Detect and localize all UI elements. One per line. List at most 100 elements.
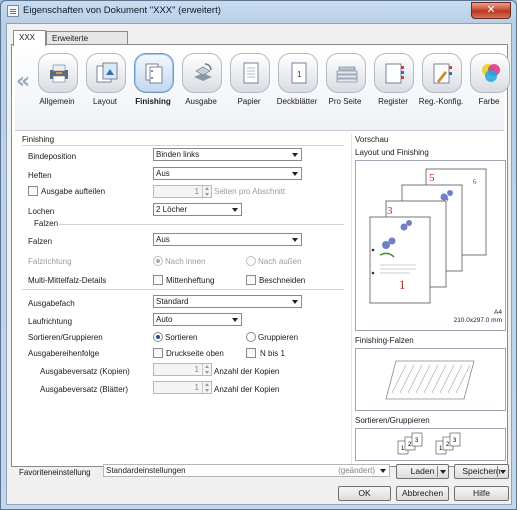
offset-sheets-label: Ausgabeversatz (Blätter) (40, 385, 129, 394)
layout-preview-box: 5 6 4 3 1 (355, 160, 506, 331)
split-output-label: Ausgabe aufteilen (41, 187, 106, 196)
fold-value: Aus (156, 235, 170, 244)
category-register[interactable]: Register (369, 50, 417, 128)
category-allgemein[interactable]: Allgemein (33, 50, 81, 128)
ok-button[interactable]: OK (338, 486, 391, 501)
category-farbe[interactable]: Farbe (465, 50, 513, 128)
collate-sort-radio[interactable] (153, 332, 163, 342)
binding-value: Binden links (156, 150, 200, 159)
punch-value: 2 Löcher (156, 205, 188, 214)
n-to-1-label: N bis 1 (260, 349, 285, 358)
dropdown-arrow-icon (232, 208, 238, 212)
saddle-stitch-checkbox[interactable] (153, 275, 163, 285)
output-tray-icon (194, 63, 212, 81)
fold-select[interactable]: Aus (153, 233, 302, 246)
divider (59, 224, 344, 225)
category-pro-seite[interactable]: Pro Seite (321, 50, 369, 128)
save-button[interactable]: Speichern (454, 464, 509, 479)
fold-inward-label: Nach innen (165, 257, 206, 266)
spin-buttons-icon (202, 382, 211, 393)
trim-label: Beschneiden (259, 276, 306, 285)
offset-copies-stepper[interactable]: 1 (153, 363, 212, 376)
category-finishing[interactable]: Finishing (129, 50, 177, 128)
collate-sort-label: Sortieren (165, 333, 198, 342)
punch-select[interactable]: 2 Löcher (153, 203, 242, 216)
fold-preview-title: Finishing-Falzen (355, 336, 414, 345)
spin-buttons-icon (202, 364, 211, 375)
dialog-client: XXX Erweiterte Optionen « » Allgemein La… (6, 23, 512, 505)
preview-title: Vorschau (355, 135, 389, 144)
close-icon: ✕ (486, 4, 496, 16)
staple-select[interactable]: Aus (153, 167, 302, 180)
category-strip: « » Allgemein Layout Finishing Ausgabe (15, 47, 510, 131)
page-number: 5 (429, 172, 435, 184)
window-title: Eigenschaften von Dokument "XXX" (erweit… (23, 5, 221, 16)
paper-icon (243, 62, 259, 84)
fold-outward-radio[interactable] (246, 256, 256, 266)
fold-inward-radio[interactable] (153, 256, 163, 266)
tab-config-icon (433, 63, 452, 84)
category-ausgabe[interactable]: Ausgabe (177, 50, 225, 128)
ok-label: OK (358, 488, 371, 498)
collate-label: Sortieren/Gruppieren (28, 333, 103, 342)
binding-select[interactable]: Binden links (153, 148, 302, 161)
favorites-value: Standardeinstellungen (106, 466, 186, 475)
category-papier[interactable]: Papier (225, 50, 273, 128)
load-button[interactable]: Laden (396, 464, 449, 479)
offset-copies-label: Ausgabeversatz (Kopien) (40, 367, 130, 376)
split-divider (437, 466, 438, 477)
offset-sheets-value: 1 (194, 383, 199, 392)
offset-sheets-stepper[interactable]: 1 (153, 381, 212, 394)
page-number: 3 (387, 205, 393, 217)
close-button[interactable]: ✕ (471, 2, 511, 19)
direction-select[interactable]: Auto (153, 313, 242, 326)
page-number: 6 (473, 178, 477, 186)
collate-group-radio[interactable] (246, 332, 256, 342)
split-pages-stepper[interactable]: 1 (153, 185, 212, 198)
fold-preview-box (355, 348, 506, 411)
output-tray-value: Standard (156, 297, 189, 306)
tab-sheets-icon (385, 63, 404, 84)
staple-value: Aus (156, 169, 170, 178)
favorites-status: (geändert) (338, 466, 375, 475)
load-label: Laden (410, 466, 435, 476)
collate-preview-image: 1 2 3 1 2 3 (397, 432, 461, 455)
tab-panel: « » Allgemein Layout Finishing Ausgabe (11, 44, 510, 467)
collate-preview-title: Sortieren/Gruppieren (355, 416, 430, 425)
output-tray-select[interactable]: Standard (153, 295, 302, 308)
tab-advanced-options[interactable]: Erweiterte Optionen (46, 31, 128, 56)
output-tray-label: Ausgabefach (28, 299, 75, 308)
face-up-checkbox[interactable] (153, 348, 163, 358)
n-to-1-checkbox[interactable] (246, 348, 256, 358)
category-deckblaetter[interactable]: 1 Deckblätter (273, 50, 321, 128)
help-label: Hilfe (472, 488, 490, 498)
scroll-left-icon[interactable]: « (16, 69, 30, 94)
direction-label: Laufrichtung (28, 317, 73, 326)
finishing-icon (145, 63, 163, 84)
preview-panel: Vorschau Layout und Finishing 5 6 4 3 (351, 134, 508, 464)
fold-outward-label: Nach außen (258, 257, 302, 266)
split-output-checkbox[interactable] (28, 186, 38, 196)
svg-text:1: 1 (297, 70, 302, 79)
layout-icon (96, 62, 118, 83)
dropdown-arrow-icon (380, 469, 386, 473)
trim-checkbox[interactable] (246, 275, 256, 285)
divider (22, 289, 344, 290)
title-bar[interactable]: Eigenschaften von Dokument "XXX" (erweit… (1, 1, 516, 23)
category-reg-konfig[interactable]: Reg.-Konfig. (417, 50, 465, 128)
layout-preview-image: 5 6 4 3 1 (369, 168, 487, 304)
tab-xxx[interactable]: XXX (13, 30, 46, 46)
fold-group-title: Falzen (34, 219, 59, 228)
category-label: Farbe (478, 97, 500, 106)
dropdown-arrow-icon (292, 153, 298, 157)
cancel-button[interactable]: Abbrechen (396, 486, 449, 501)
help-button[interactable]: Hilfe (454, 486, 509, 501)
paper-stack-icon (336, 66, 358, 83)
offset-sheets-unit: Anzahl der Kopien (214, 385, 280, 394)
staple-label: Heften (28, 171, 52, 180)
binding-label: Bindeposition (28, 152, 77, 161)
fold-label: Falzen (28, 237, 53, 246)
category-layout[interactable]: Layout (81, 50, 129, 128)
layout-finishing-title: Layout und Finishing (355, 148, 429, 157)
favorites-select[interactable]: Standardeinstellungen (geändert) (103, 464, 390, 477)
